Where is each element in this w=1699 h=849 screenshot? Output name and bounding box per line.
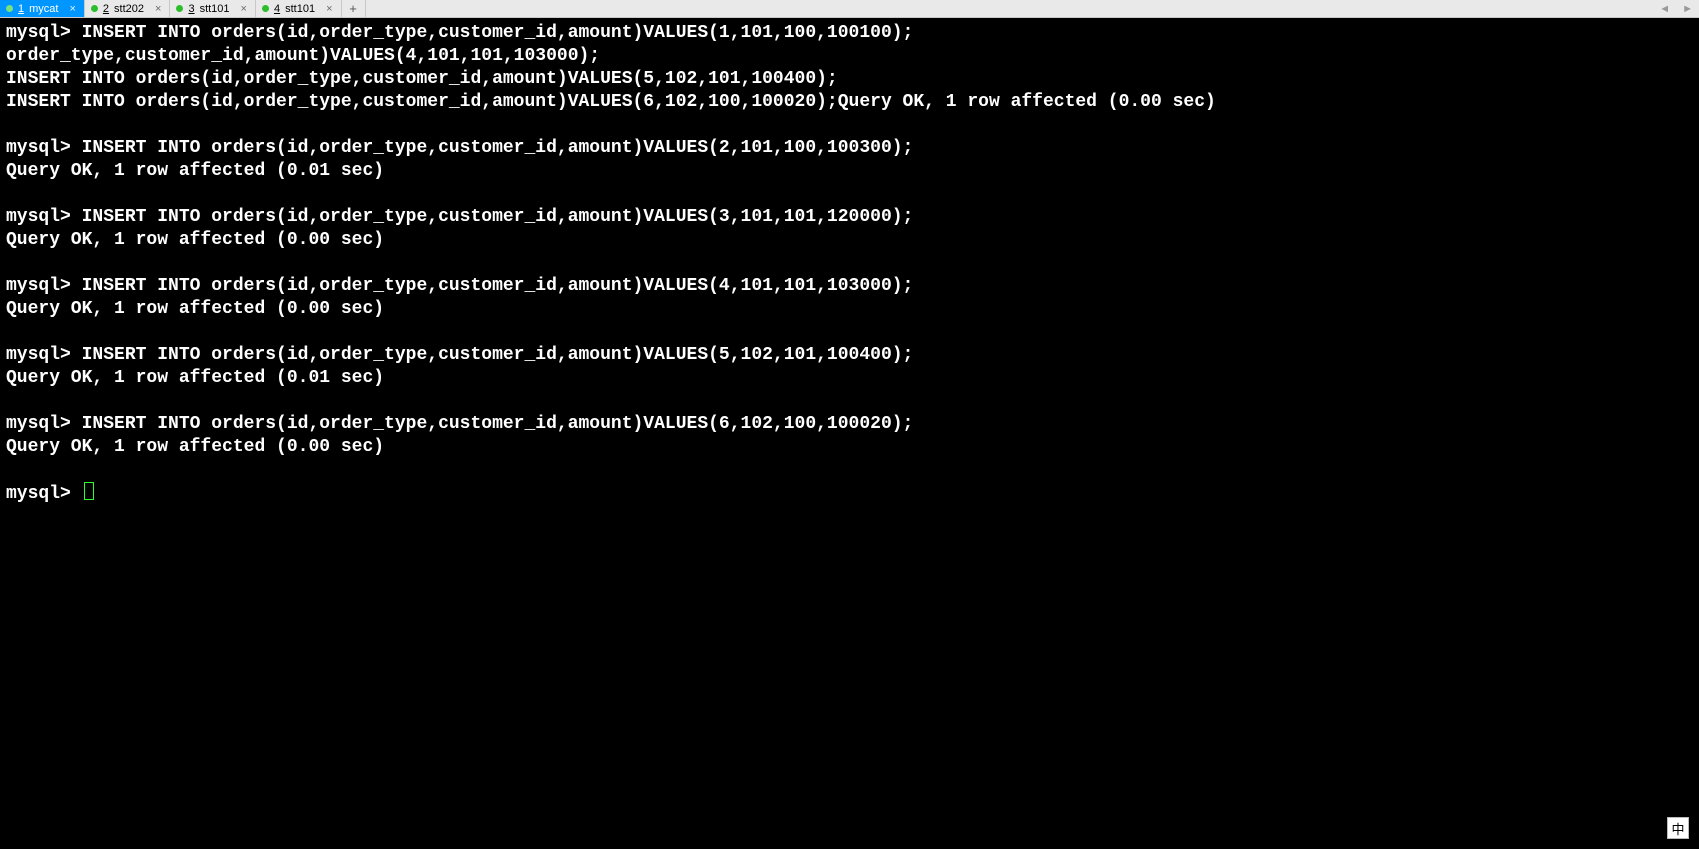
close-icon[interactable]: × bbox=[235, 3, 247, 15]
tab-stt101[interactable]: 3 stt101 × bbox=[170, 0, 256, 17]
terminal-output[interactable]: mysql> INSERT INTO orders(id,order_type,… bbox=[0, 18, 1699, 849]
close-icon[interactable]: × bbox=[63, 3, 75, 15]
terminal-line: INSERT INTO orders(id,order_type,custome… bbox=[6, 91, 1693, 114]
new-tab-button[interactable]: + bbox=[342, 0, 366, 17]
terminal-line: Query OK, 1 row affected (0.01 sec) bbox=[6, 367, 1693, 390]
terminal-line: Query OK, 1 row affected (0.00 sec) bbox=[6, 298, 1693, 321]
terminal-line: mysql> INSERT INTO orders(id,order_type,… bbox=[6, 413, 1693, 436]
tab-scroll-right-icon[interactable]: ► bbox=[1676, 3, 1699, 15]
tab-mycat[interactable]: 1 mycat × bbox=[0, 0, 85, 17]
tab-bar: 1 mycat × 2 stt202 × 3 stt101 × 4 stt101 × + ◄► bbox=[0, 0, 1699, 18]
terminal-line: Query OK, 1 row affected (0.01 sec) bbox=[6, 160, 1693, 183]
tab-stt202[interactable]: 2 stt202 × bbox=[85, 0, 171, 17]
ime-indicator[interactable]: 中 bbox=[1667, 817, 1689, 839]
terminal-line: INSERT INTO orders(id,order_type,custome… bbox=[6, 68, 1693, 91]
terminal-line: mysql> INSERT INTO orders(id,order_type,… bbox=[6, 22, 1693, 45]
tab-label: stt202 bbox=[114, 3, 144, 15]
terminal-line bbox=[6, 390, 1693, 413]
terminal-line bbox=[6, 459, 1693, 482]
tab-stt101[interactable]: 4 stt101 × bbox=[256, 0, 342, 17]
terminal-line: mysql> bbox=[6, 482, 1693, 506]
close-icon[interactable]: × bbox=[149, 3, 161, 15]
close-icon[interactable]: × bbox=[320, 3, 332, 15]
tab-label: mycat bbox=[29, 3, 58, 15]
terminal-line: mysql> INSERT INTO orders(id,order_type,… bbox=[6, 275, 1693, 298]
tab-number: 2 bbox=[103, 3, 109, 15]
status-dot-icon bbox=[176, 5, 183, 12]
terminal-line: Query OK, 1 row affected (0.00 sec) bbox=[6, 436, 1693, 459]
terminal-line: mysql> INSERT INTO orders(id,order_type,… bbox=[6, 137, 1693, 160]
status-dot-icon bbox=[262, 5, 269, 12]
terminal-line bbox=[6, 183, 1693, 206]
tab-number: 1 bbox=[18, 3, 24, 15]
tab-nav: ◄► bbox=[1653, 0, 1699, 17]
status-dot-icon bbox=[91, 5, 98, 12]
status-dot-icon bbox=[6, 5, 13, 12]
cursor-icon bbox=[84, 482, 94, 500]
terminal-line: order_type,customer_id,amount)VALUES(4,1… bbox=[6, 45, 1693, 68]
terminal-line: Query OK, 1 row affected (0.00 sec) bbox=[6, 229, 1693, 252]
tab-number: 3 bbox=[188, 3, 194, 15]
terminal-line: mysql> INSERT INTO orders(id,order_type,… bbox=[6, 206, 1693, 229]
terminal-line bbox=[6, 252, 1693, 275]
terminal-line bbox=[6, 114, 1693, 137]
tab-label: stt101 bbox=[285, 3, 315, 15]
tab-number: 4 bbox=[274, 3, 280, 15]
tab-label: stt101 bbox=[200, 3, 230, 15]
tab-scroll-left-icon[interactable]: ◄ bbox=[1653, 3, 1676, 15]
terminal-line: mysql> INSERT INTO orders(id,order_type,… bbox=[6, 344, 1693, 367]
terminal-line bbox=[6, 321, 1693, 344]
